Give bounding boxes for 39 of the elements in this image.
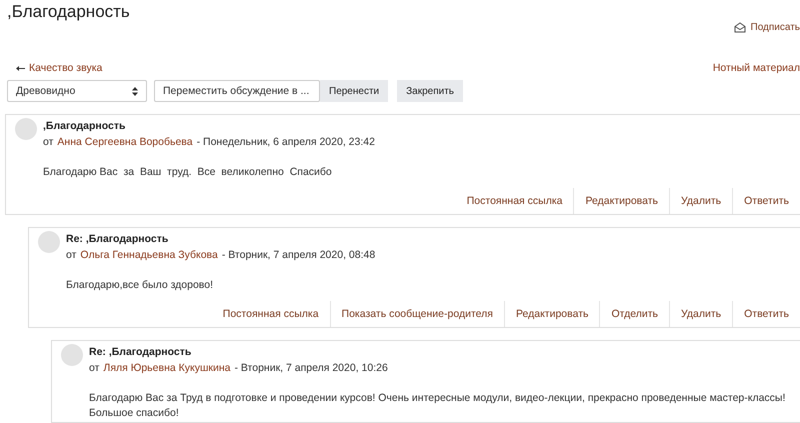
pin-button[interactable]: Закрепить: [397, 80, 464, 102]
post-message: Благодарю Вас за Труд в подготовке и проведении курсов! Очень интересные модули, видео-лекции, прекрасно проведенные мастер-классы! Большое спасибо!: [88, 390, 786, 422]
by-label: от: [89, 362, 100, 374]
post-action-link[interactable]: Отделить: [599, 300, 670, 326]
author-link[interactable]: Ольга Геннадьевна Зубкова: [80, 248, 218, 261]
post-subject: Re: ,Благодарность: [89, 346, 192, 358]
move-button[interactable]: Перенести: [320, 80, 388, 102]
post-subject: Re: ,Благодарность: [66, 232, 170, 245]
avatar-icon: [61, 344, 83, 366]
post-message: Благодарю Вас за Ваш труд. Все великолепно Спасибо: [42, 165, 333, 180]
post-action-link[interactable]: Постоянная ссылка: [456, 188, 574, 214]
post-action-link[interactable]: Удалить: [669, 188, 732, 214]
move-discussion-select[interactable]: Переместить обсуждение в ...: [154, 80, 320, 102]
sort-caret-icon: [132, 86, 138, 96]
prev-discussion-link[interactable]: Качество звука: [29, 62, 102, 74]
arrow-left-icon: [16, 66, 25, 70]
post-action-link[interactable]: Ответить: [732, 300, 800, 326]
by-label: от: [66, 248, 76, 261]
next-discussion-link[interactable]: Нотный материал: [712, 62, 800, 74]
author-link[interactable]: Анна Сергеевна Воробьева: [57, 136, 193, 148]
post-action-link[interactable]: Показать сообщение-родителя: [330, 300, 504, 326]
post-message: Благодарю,все было здорово!: [65, 278, 214, 293]
post-date: - Понедельник, 6 апреля 2020, 23:42: [196, 136, 375, 148]
author-link[interactable]: Ляля Юрьевна Кукушкина: [103, 362, 230, 374]
envelope-icon: [734, 22, 746, 33]
display-mode-select[interactable]: Древовидно: [7, 80, 147, 102]
post-action-link[interactable]: Постоянная ссылка: [212, 300, 330, 326]
post-action-link[interactable]: Редактировать: [504, 300, 600, 326]
avatar-icon: [38, 230, 60, 253]
post-action-link[interactable]: Редактировать: [573, 188, 670, 214]
avatar-icon: [15, 118, 37, 140]
post-date: - Вторник, 7 апреля 2020, 08:48: [222, 248, 376, 261]
post-date: - Вторник, 7 апреля 2020, 10:26: [234, 362, 388, 374]
page-title: ,Благодарность: [7, 2, 130, 22]
post-action-link[interactable]: Удалить: [669, 300, 732, 326]
by-label: от: [43, 136, 54, 148]
post-subject: ,Благодарность: [43, 120, 126, 132]
subscribe-link[interactable]: Подписать: [734, 22, 800, 33]
post-action-link[interactable]: Ответить: [732, 188, 800, 214]
